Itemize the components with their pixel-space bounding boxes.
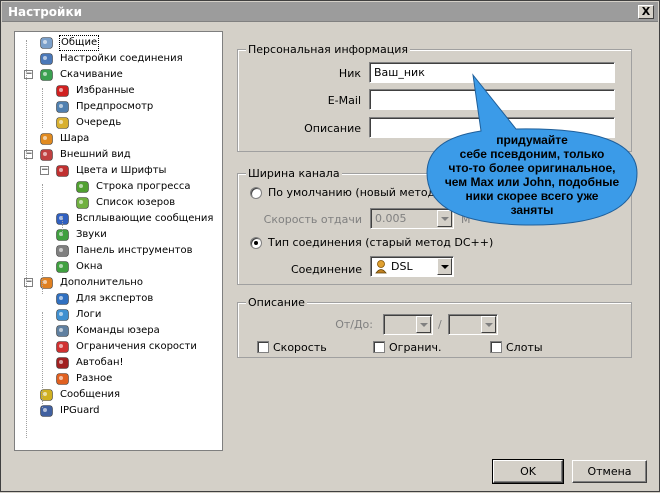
chevron-down-icon — [481, 316, 496, 333]
progress-icon — [75, 180, 90, 194]
tree-item-label: Окна — [76, 261, 103, 272]
slots-checkbox[interactable] — [490, 341, 502, 353]
title-bar: Настройки X — [2, 2, 658, 22]
tree-item-label: Логи — [76, 309, 102, 320]
tree-item-label: Очередь — [76, 117, 122, 128]
nick-field[interactable]: Ваш_ник — [369, 62, 615, 83]
tooltip-line: придумайте — [496, 133, 568, 147]
general-icon — [39, 36, 54, 50]
settings-tree: Общие Настройки соединения Скачивание − Избр… — [14, 31, 223, 451]
chevron-down-icon — [437, 258, 452, 275]
download-icon — [39, 68, 54, 82]
limit-checkbox[interactable] — [373, 341, 385, 353]
chevron-down-icon — [416, 316, 431, 333]
appearance-icon — [39, 148, 54, 162]
speed-checkbox[interactable] — [257, 341, 269, 353]
connection-value: DSL — [391, 260, 413, 273]
tree-item-label: Всплывающие сообщения — [76, 213, 214, 224]
tree-item-label: Список юзеров — [96, 197, 176, 208]
tree-item-label: Ограничения скорости — [76, 341, 197, 352]
misc-icon — [55, 372, 70, 386]
tree-item-label: Панель инструментов — [76, 245, 193, 256]
default-method-radio[interactable] — [250, 187, 262, 199]
tree-item-label: Для экспертов — [76, 293, 154, 304]
tree-item-label: Шара — [60, 133, 90, 144]
tree-item-label: Внешний вид — [60, 149, 131, 160]
logs-icon — [55, 308, 70, 322]
queue-icon — [55, 116, 70, 130]
bandwidth-title: Ширина канала — [246, 167, 342, 180]
limit-label: Огранич. — [389, 341, 442, 354]
expert-icon — [55, 292, 70, 306]
tree-item-label: Разное — [76, 373, 113, 384]
collapse-toggle[interactable]: − — [40, 166, 49, 175]
window-title: Настройки — [8, 5, 83, 19]
upload-speed-value: 0.005 — [375, 212, 407, 225]
connection-icon — [39, 52, 54, 66]
tooltip-line: себе псевдоним, только — [459, 147, 605, 161]
tree-item-label: Скачивание — [60, 69, 123, 80]
speedlimit-icon — [55, 340, 70, 354]
heart-icon — [55, 84, 70, 98]
tooltip-line: ники скорее всего уже — [465, 189, 599, 203]
tree-item-label: Звуки — [76, 229, 107, 240]
tooltip-line: чем Max или John, подобные — [444, 175, 620, 189]
speed-label: Скорость — [273, 341, 327, 354]
upload-speed-label: Скорость отдачи — [263, 213, 362, 226]
autoban-icon — [55, 356, 70, 370]
slots-label: Слоты — [506, 341, 543, 354]
close-icon: X — [641, 5, 651, 18]
email-field[interactable] — [369, 89, 615, 110]
from-to-label: От/До: — [335, 318, 373, 331]
description-title: Описание — [246, 296, 307, 309]
connection-type-radio[interactable] — [250, 237, 262, 249]
to-select[interactable] — [448, 314, 498, 335]
tree-item-label: Дополнительно — [60, 277, 143, 288]
nick-label: Ник — [338, 67, 361, 80]
ok-button[interactable]: OK — [492, 459, 564, 484]
connection-type-label: Тип соединения (старый метод DC++) — [268, 236, 494, 249]
connection-label: Соединение — [290, 263, 362, 276]
colors-icon — [55, 164, 70, 178]
tree-connector — [26, 40, 27, 438]
tree-item-label: Команды юзера — [76, 325, 160, 336]
settings-window: Настройки X Общие Настройки соединения Ска… — [0, 0, 660, 492]
tree-connector — [42, 88, 43, 128]
connection-icon — [375, 260, 387, 274]
tree-item-label: Общие — [59, 35, 100, 51]
tree-item-label: Избранные — [76, 85, 135, 96]
tooltip-line: заняты — [510, 203, 554, 217]
tooltip-text: придумайте себе псевдоним, только что-то… — [427, 133, 637, 217]
connection-select[interactable]: DSL — [370, 256, 454, 277]
description-label: Описание — [304, 122, 361, 135]
windows-icon — [55, 260, 70, 274]
tree-item-label: Автобан! — [76, 357, 124, 368]
preview-icon — [55, 100, 70, 114]
tree-item-label: Строка прогресса — [96, 181, 191, 192]
email-label: E-Mail — [327, 94, 361, 107]
tooltip-line: что-то более оригинальное, — [448, 161, 616, 175]
share-icon — [39, 132, 54, 146]
tree-connector — [42, 312, 43, 408]
from-to-separator: / — [438, 318, 442, 331]
tree-item-label: Сообщения — [60, 389, 121, 400]
from-select[interactable] — [383, 314, 433, 335]
tree-item-label: Цвета и Шрифты — [76, 165, 167, 176]
toolbar-icon — [55, 244, 70, 258]
usercmd-icon — [55, 324, 70, 338]
close-button[interactable]: X — [638, 5, 654, 19]
tree-item-label: IPGuard — [60, 405, 100, 416]
cancel-button[interactable]: Отмена — [572, 460, 647, 483]
tree-connector — [62, 216, 63, 236]
tree-item-label: Настройки соединения — [60, 53, 183, 64]
tree-item-label: Предпросмотр — [76, 101, 154, 112]
userlist-icon — [75, 196, 90, 210]
personal-info-title: Персональная информация — [246, 43, 411, 56]
tree-connector — [42, 184, 43, 294]
